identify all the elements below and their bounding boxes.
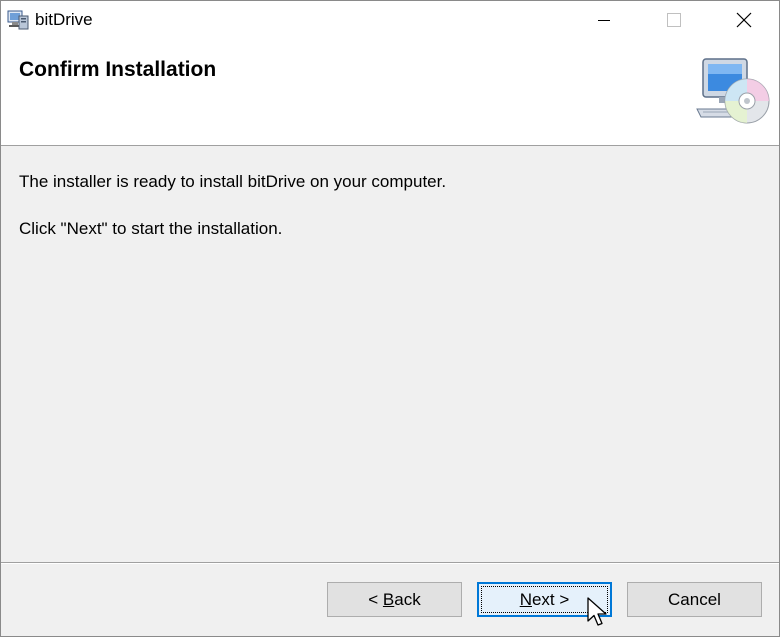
- footer-divider: [1, 562, 779, 564]
- close-button[interactable]: [709, 1, 779, 39]
- maximize-icon: [667, 13, 681, 27]
- back-button[interactable]: < Back: [327, 582, 462, 617]
- header-banner: Confirm Installation: [1, 39, 779, 146]
- page-title: Confirm Installation: [19, 58, 217, 81]
- maximize-button[interactable]: [639, 1, 709, 39]
- cancel-button[interactable]: Cancel: [627, 582, 762, 617]
- close-icon: [736, 12, 752, 28]
- ready-message: The installer is ready to install bitDri…: [19, 172, 447, 191]
- back-button-label: < Back: [368, 589, 421, 609]
- instruction-message: Click "Next" to start the installation.: [19, 219, 283, 238]
- computer-cd-icon: [696, 58, 770, 124]
- installer-window: bitDrive Confirm Installation The instal…: [0, 0, 780, 637]
- window-title: bitDrive: [35, 10, 93, 29]
- mouse-pointer-icon: [587, 597, 607, 626]
- minimize-icon: [598, 20, 610, 21]
- minimize-button[interactable]: [569, 1, 639, 39]
- title-bar[interactable]: bitDrive: [1, 1, 779, 39]
- content-area: The installer is ready to install bitDri…: [1, 147, 779, 562]
- installer-app-icon: [7, 10, 29, 30]
- cancel-button-label: Cancel: [668, 589, 721, 609]
